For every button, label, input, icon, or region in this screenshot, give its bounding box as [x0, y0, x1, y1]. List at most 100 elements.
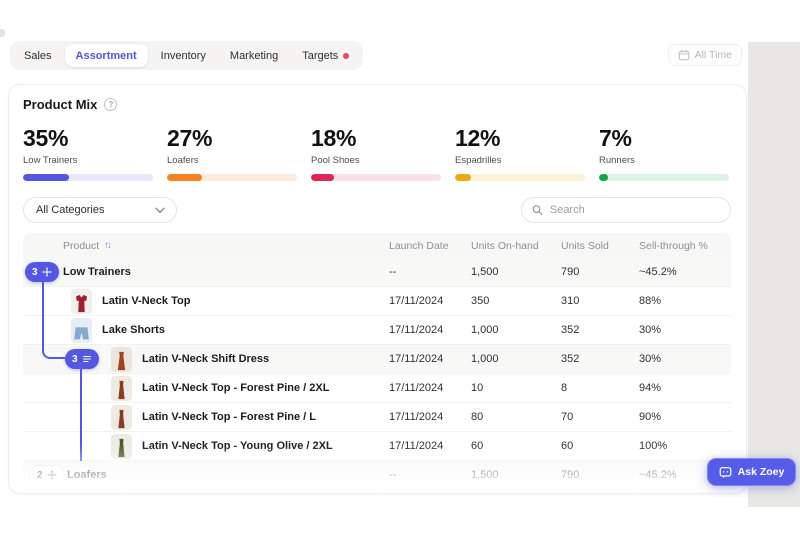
product-thumbnail-olive-dress	[111, 433, 132, 459]
stat-label: Runners	[599, 155, 635, 166]
cell-units-on-hand: 80	[471, 411, 484, 423]
stat-progress-fill	[167, 174, 203, 181]
product-thumbnail-red-top	[71, 288, 92, 314]
row-name: Latin V-Neck Top - Young Olive / 2XL	[142, 440, 333, 452]
right-side-panel	[748, 42, 800, 507]
column-header-product[interactable]: Product ↑↓	[23, 240, 389, 252]
cell-launch-date: 17/11/2024	[389, 440, 444, 452]
sort-icon: ↑↓	[104, 240, 111, 251]
row-name: Latin V-Neck Top - Forest Pine / L	[142, 411, 316, 423]
cell-launch-date: --	[389, 469, 397, 481]
cell-launch-date: --	[389, 266, 397, 278]
search-icon	[532, 205, 543, 215]
cell-units-sold: 70	[561, 411, 574, 423]
tab-sales-label: Sales	[24, 49, 52, 62]
stat-pool-shoes: 18% Pool Shoes	[311, 125, 455, 181]
cell-units-sold: 352	[561, 353, 580, 365]
group-list-badge-shift-dress[interactable]: 3	[65, 349, 99, 369]
stat-progress-fill	[311, 174, 335, 181]
tab-marketing-label: Marketing	[229, 49, 279, 62]
stat-progress-track	[167, 174, 297, 181]
stat-progress-track	[311, 174, 441, 181]
date-filter-label: All Time	[694, 49, 732, 61]
stat-percent: 35%	[23, 125, 69, 151]
date-filter-button[interactable]: All Time	[667, 44, 742, 66]
search-box	[521, 197, 731, 223]
cell-units-on-hand: 1,000	[471, 324, 499, 336]
table-row-group-low-trainers[interactable]: Low Trainers -- 1,500 790 ~45.2%	[23, 258, 731, 287]
table-row-young-olive-2xl[interactable]: Latin V-Neck Top - Young Olive / 2XL 17/…	[23, 432, 731, 461]
stat-espadrilles: 12% Espadrilles	[455, 125, 599, 181]
table-row-group-loafers[interactable]: Loafers -- 1,500 790 ~45.2%	[23, 461, 731, 490]
stat-percent: 18%	[311, 125, 357, 151]
cell-units-sold: 352	[561, 324, 580, 336]
cell-units-on-hand: 1,000	[471, 353, 499, 365]
cell-launch-date: 17/11/2024	[389, 411, 444, 423]
tab-targets[interactable]: Targets	[291, 44, 360, 67]
column-header-units-on-hand: Units On-hand	[471, 239, 539, 252]
cell-sell-through: 30%	[639, 324, 662, 336]
cell-units-sold: 790	[561, 469, 580, 481]
column-header-launch-date: Launch Date	[389, 239, 449, 252]
cell-units-on-hand: 1,500	[471, 469, 499, 481]
cell-launch-date: 17/11/2024	[389, 295, 444, 307]
column-header-units-sold: Units Sold	[561, 239, 609, 252]
group-connector-line	[80, 369, 82, 461]
cell-sell-through: 88%	[639, 295, 662, 307]
table-row-forest-pine-l[interactable]: Latin V-Neck Top - Forest Pine / L 17/11…	[23, 403, 731, 432]
help-icon[interactable]: ?	[104, 98, 118, 111]
row-name: Latin V-Neck Top	[102, 295, 191, 307]
stat-loafers: 27% Loafers	[167, 125, 311, 181]
cell-units-on-hand: 60	[471, 440, 484, 452]
move-icon	[46, 470, 57, 480]
stat-label: Loafers	[167, 155, 199, 166]
group-drag-badge-loafers[interactable]: 2	[29, 465, 65, 485]
product-thumbnail-rust-dress	[111, 346, 132, 372]
cell-sell-through: ~45.2%	[639, 266, 677, 278]
page-title: Product Mix	[23, 97, 98, 112]
table-header-row: Product ↑↓ Launch Date Units On-hand Uni…	[23, 233, 731, 258]
stat-progress-track	[23, 174, 153, 181]
tab-inventory[interactable]: Inventory	[150, 44, 217, 67]
cell-sell-through: 100%	[639, 440, 668, 452]
ask-zoey-button[interactable]: Ask Zoey	[707, 458, 796, 486]
cell-units-sold: 8	[561, 382, 568, 394]
tab-sales[interactable]: Sales	[13, 44, 63, 67]
column-header-product-label: Product	[63, 239, 100, 252]
group-count: 3	[32, 266, 38, 278]
product-table: Product ↑↓ Launch Date Units On-hand Uni…	[23, 233, 731, 490]
cell-launch-date: 17/11/2024	[389, 382, 444, 394]
row-name: Latin V-Neck Shift Dress	[142, 353, 270, 365]
row-name: Lake Shorts	[102, 324, 165, 336]
stat-label: Pool Shoes	[311, 155, 360, 166]
product-thumbnail-brown-dress	[111, 404, 132, 430]
product-mix-card: Product Mix ? 35% Low Trainers 27% Loafe…	[8, 84, 747, 494]
tab-assortment[interactable]: Assortment	[64, 44, 148, 67]
table-row-group-shift-dress[interactable]: Latin V-Neck Shift Dress 17/11/2024 1,00…	[23, 345, 731, 374]
table-row-forest-pine-2xl[interactable]: Latin V-Neck Top - Forest Pine / 2XL 17/…	[23, 374, 731, 403]
move-icon	[41, 267, 52, 277]
cell-launch-date: 17/11/2024	[389, 353, 444, 365]
stat-progress-track	[599, 174, 729, 181]
stat-progress-fill	[23, 174, 69, 181]
top-tab-bar: Sales Assortment Inventory Marketing Tar…	[10, 41, 364, 70]
table-row-lake-shorts[interactable]: Lake Shorts 17/11/2024 1,000 352 30%	[23, 316, 731, 345]
chevron-down-icon	[155, 207, 165, 213]
cell-sell-through: 90%	[639, 411, 662, 423]
table-row-latin-vneck-top[interactable]: Latin V-Neck Top 17/11/2024 350 310 88%	[23, 287, 731, 316]
row-name: Latin V-Neck Top - Forest Pine / 2XL	[142, 382, 330, 394]
group-drag-badge-low-trainers[interactable]: 3	[25, 262, 59, 282]
targets-alert-dot	[343, 52, 350, 59]
tab-assortment-label: Assortment	[75, 49, 137, 62]
product-thumbnail-brown-dress	[111, 375, 132, 401]
tab-marketing[interactable]: Marketing	[219, 44, 289, 67]
stat-label: Espadrilles	[455, 155, 502, 166]
cell-units-on-hand: 1,500	[471, 266, 499, 278]
product-thumbnail-denim-shorts	[71, 317, 92, 343]
search-input[interactable]	[549, 204, 720, 216]
cell-sell-through: 30%	[639, 353, 662, 365]
stat-runners: 7% Runners	[599, 125, 743, 181]
category-select[interactable]: All Categories	[23, 197, 177, 223]
cell-units-on-hand: 350	[471, 295, 490, 307]
group-connector-line	[42, 282, 65, 359]
